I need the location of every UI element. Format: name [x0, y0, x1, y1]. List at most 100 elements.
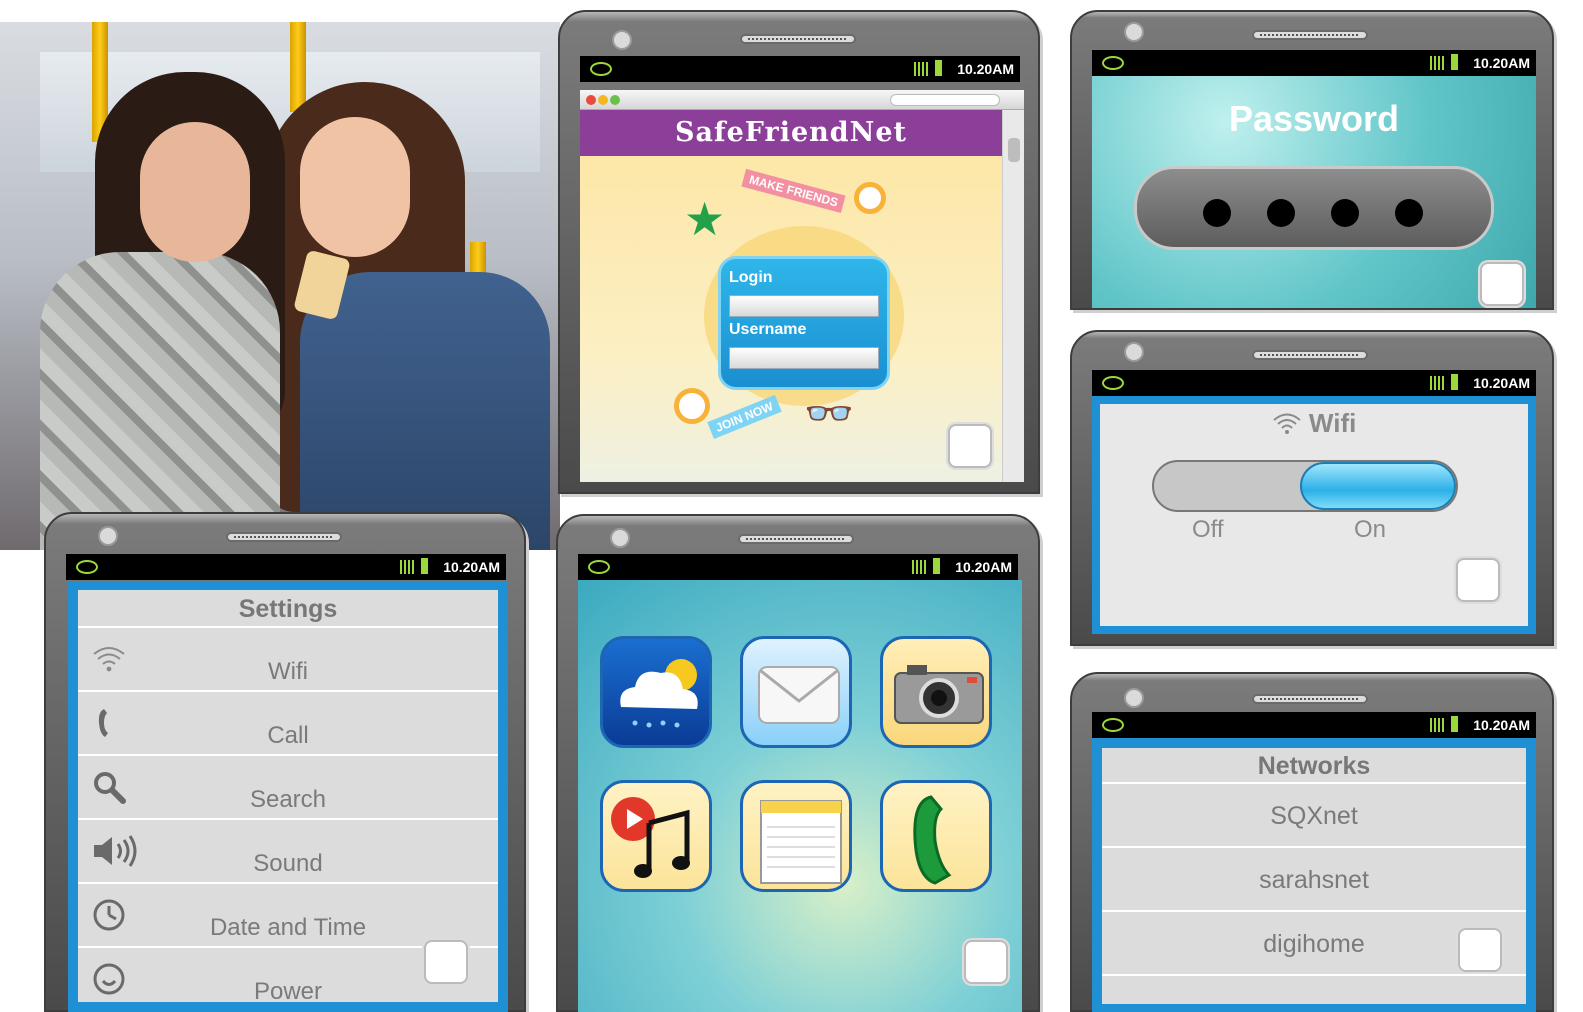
bubble-decoration	[854, 182, 886, 214]
status-bar: 10.20AM	[1092, 370, 1536, 396]
wifi-title-label: Wifi	[1308, 408, 1357, 438]
scrollbar-thumb[interactable]	[1008, 138, 1020, 162]
browser-toolbar	[580, 90, 1024, 110]
signal-icon	[1430, 376, 1444, 390]
signal-icon	[912, 560, 926, 574]
login-card: Login Username	[718, 256, 890, 390]
signal-icon	[1430, 56, 1444, 70]
status-clock: 10.20AM	[443, 559, 500, 575]
login-label: Login	[729, 269, 773, 286]
signal-icon	[400, 560, 414, 574]
bubble-decoration	[674, 388, 710, 424]
toggle-off-label: Off	[1192, 516, 1224, 543]
signal-icon	[1430, 718, 1444, 732]
chat-bubble-icon	[588, 560, 610, 574]
notepad-icon[interactable]	[740, 780, 852, 892]
settings-item-label: Search	[249, 786, 327, 813]
status-bar: 10.20AM	[578, 554, 1018, 580]
password-dot	[1395, 199, 1423, 227]
battery-icon	[1451, 374, 1458, 390]
camera-lens	[1124, 688, 1144, 708]
settings-screen: Settings Wifi Call Search Sound Date and…	[68, 582, 508, 1012]
network-item[interactable]: sarahsnet	[1102, 848, 1526, 912]
phone-password: 10.20AM Password	[1070, 10, 1554, 310]
battery-icon	[1451, 716, 1458, 732]
username-label: Username	[729, 321, 807, 338]
networks-screen: Networks SQXnet sarahsnet digihome	[1092, 738, 1536, 1012]
status-clock: 10.20AM	[955, 559, 1012, 575]
battery-icon	[933, 558, 940, 574]
settings-item-label: Sound	[253, 850, 323, 877]
settings-title: Settings	[78, 590, 498, 628]
phone-icon[interactable]	[880, 780, 992, 892]
mail-icon[interactable]	[740, 636, 852, 748]
wifi-toggle[interactable]	[1152, 460, 1458, 512]
speaker-grille	[740, 34, 856, 44]
close-dot-icon[interactable]	[586, 95, 596, 105]
home-button[interactable]	[964, 940, 1008, 984]
wifi-toggle-knob[interactable]	[1300, 462, 1456, 510]
wifi-screen: Wifi Off On	[1092, 396, 1536, 634]
chat-bubble-icon	[1102, 376, 1124, 390]
phone-settings: 10.20AM Settings Wifi Call Search Sound …	[44, 512, 526, 1012]
networks-title: Networks	[1102, 748, 1526, 784]
toggle-on-label: On	[1354, 516, 1387, 543]
battery-icon	[935, 60, 942, 76]
wifi-title: Wifi	[1100, 408, 1528, 439]
settings-item-call[interactable]: Call	[78, 692, 498, 756]
phone-browser: 10.20AM SafeFriendNet ★ MAKE FRIENDS Log…	[558, 10, 1040, 494]
scrollbar[interactable]	[1002, 110, 1024, 482]
phone-networks: 10.20AM Networks SQXnet sarahsnet digiho…	[1070, 672, 1554, 1012]
minimize-dot-icon[interactable]	[598, 95, 608, 105]
home-button[interactable]	[424, 940, 468, 984]
girl-left-face	[140, 122, 250, 262]
home-button[interactable]	[948, 424, 992, 468]
username-input[interactable]	[729, 347, 879, 369]
bus-pole	[290, 22, 306, 112]
speaker-grille	[1252, 350, 1368, 360]
wifi-icon	[1273, 413, 1301, 434]
camera-lens	[1124, 342, 1144, 362]
password-field[interactable]	[1134, 166, 1494, 250]
settings-item-date-time[interactable]: Date and Time	[78, 884, 498, 948]
sunglasses-icon: 👓	[804, 392, 854, 436]
chat-bubble-icon	[1102, 718, 1124, 732]
music-icon[interactable]	[600, 780, 712, 892]
settings-item-sound[interactable]: Sound	[78, 820, 498, 884]
phone-wifi: 10.20AM Wifi Off On	[1070, 330, 1554, 646]
speaker-grille	[1252, 30, 1368, 40]
status-clock: 10.20AM	[1473, 375, 1530, 391]
weather-icon[interactable]	[600, 636, 712, 748]
make-friends-sticker: MAKE FRIENDS	[741, 168, 846, 214]
status-clock: 10.20AM	[1473, 55, 1530, 71]
settings-item-label: Call	[267, 722, 309, 749]
camera-icon[interactable]	[880, 636, 992, 748]
password-title: Password	[1228, 98, 1400, 139]
browser-screen: SafeFriendNet ★ MAKE FRIENDS Login Usern…	[580, 90, 1024, 482]
settings-item-label: Wifi	[268, 658, 308, 685]
battery-icon	[1451, 54, 1458, 70]
network-item[interactable]: SQXnet	[1102, 784, 1526, 848]
camera-lens	[610, 528, 630, 548]
battery-icon	[421, 558, 428, 574]
settings-item-label: Date and Time	[209, 914, 367, 941]
settings-item-search[interactable]: Search	[78, 756, 498, 820]
login-input[interactable]	[729, 295, 879, 317]
speaker-grille	[226, 532, 342, 542]
settings-item-wifi[interactable]: Wifi	[78, 628, 498, 692]
status-bar: 10.20AM	[1092, 50, 1536, 76]
speaker-grille	[1252, 694, 1368, 704]
address-bar[interactable]	[890, 94, 1000, 106]
home-button[interactable]	[1456, 558, 1500, 602]
password-dot	[1267, 199, 1295, 227]
chat-bubble-icon	[76, 560, 98, 574]
home-button[interactable]	[1458, 928, 1502, 972]
status-bar: 10.20AM	[1092, 712, 1536, 738]
star-icon: ★	[684, 193, 726, 245]
maximize-dot-icon[interactable]	[610, 95, 620, 105]
chat-bubble-icon	[590, 62, 612, 76]
speaker-grille	[738, 534, 854, 544]
status-clock: 10.20AM	[1473, 717, 1530, 733]
site-title: SafeFriendNet	[580, 110, 1002, 156]
home-button[interactable]	[1480, 262, 1524, 306]
